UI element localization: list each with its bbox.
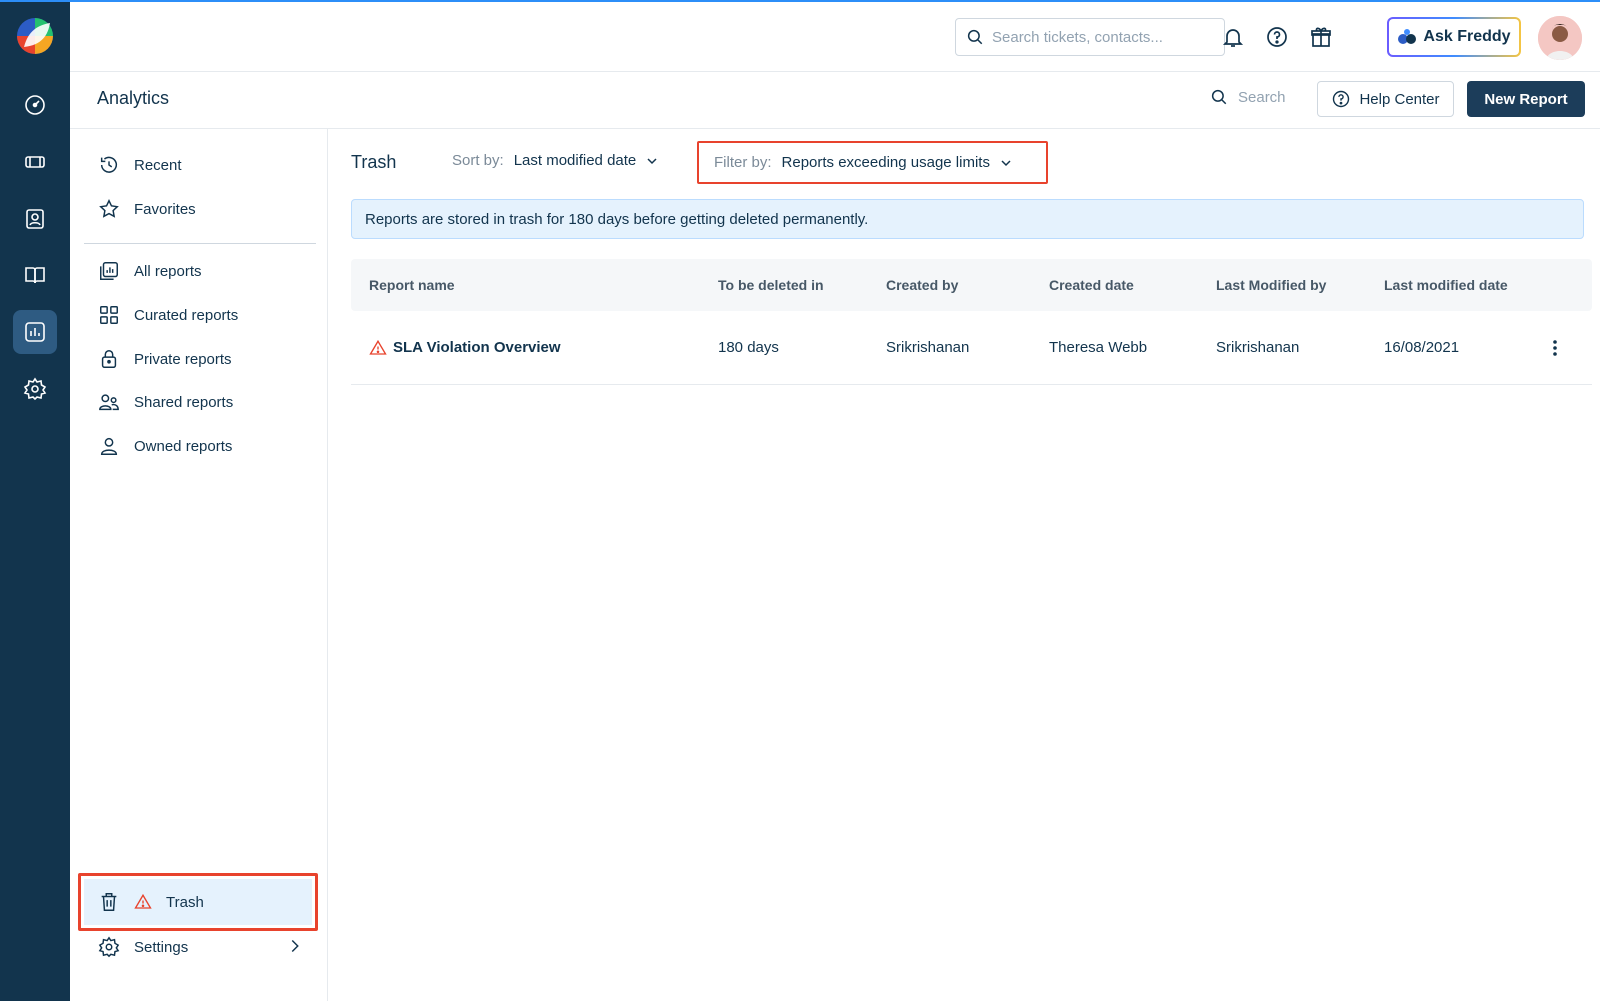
analytics-icon[interactable] [13,310,57,354]
help-icon[interactable] [1265,25,1289,49]
analytics-sidebar: Recent Favorites All reports Curated rep… [70,129,328,1001]
sidebar-item-curated-reports[interactable]: Curated reports [98,303,238,327]
sidebar-item-all-reports[interactable]: All reports [98,259,202,283]
sidebar-item-shared-reports[interactable]: Shared reports [98,390,233,414]
warning-icon [369,339,387,355]
lock-icon [101,350,117,368]
chevron-right-icon [291,939,299,953]
to-be-deleted-in-cell: 180 days [718,339,779,356]
sidebar-item-trash[interactable]: Trash [84,879,312,925]
star-icon [99,199,119,218]
global-search-input[interactable] [992,28,1212,46]
row-actions-kebab-icon[interactable] [1552,311,1558,384]
app-logo-icon[interactable] [16,17,54,55]
user-avatar[interactable] [1538,16,1582,60]
top-bar: Ask Freddy [70,2,1600,72]
knowledge-base-icon[interactable] [13,253,57,297]
help-center-label: Help Center [1359,90,1440,108]
column-header-last-modified-date[interactable]: Last modified date [1384,259,1508,311]
report-name-cell[interactable]: SLA Violation Overview [369,311,561,384]
last-modified-by-cell: Srikrishanan [1216,339,1300,356]
page-header: Analytics Search Help Center New Report [70,72,1600,129]
table-header: Report name To be deleted in Created by … [351,259,1592,311]
last-modified-date-cell: 16/08/2021 [1384,339,1460,356]
chevron-down-icon [1001,159,1011,166]
global-search[interactable] [955,18,1225,56]
admin-settings-icon[interactable] [13,367,57,411]
new-report-button[interactable]: New Report [1467,81,1585,117]
column-header-last-modified-by[interactable]: Last Modified by [1216,259,1326,311]
sidebar-item-owned-reports[interactable]: Owned reports [98,434,232,458]
report-name: SLA Violation Overview [393,339,561,356]
page-title: Analytics [97,88,170,108]
sidebar-item-favorites[interactable]: Favorites [98,197,196,221]
sidebar-item-label: Settings [134,938,189,956]
ask-freddy-label: Ask Freddy [1423,28,1511,45]
ask-freddy-button[interactable]: Ask Freddy [1387,17,1521,57]
users-icon [99,394,119,411]
column-header-to-be-deleted-in[interactable]: To be deleted in [718,259,824,311]
tickets-icon[interactable] [13,140,57,184]
sidebar-item-label: Favorites [134,200,196,218]
top-accent-line [0,0,1600,2]
sort-value: Last modified date [513,152,637,169]
table-row[interactable]: SLA Violation Overview 180 days Srikrish… [351,311,1592,385]
created-date-cell: Theresa Webb [1049,339,1148,356]
sidebar-item-label: Shared reports [134,393,234,411]
help-circle-icon [1333,90,1350,108]
reports-search-label: Search [1238,88,1286,106]
grid-icon [100,306,118,324]
dashboard-icon[interactable] [13,83,57,127]
help-center-button[interactable]: Help Center [1317,81,1454,117]
column-header-created-date[interactable]: Created date [1049,259,1134,311]
column-header-report-name[interactable]: Report name [369,259,455,311]
trash-highlight-box: Trash [78,873,318,931]
warning-icon [134,893,152,909]
sidebar-item-label: Owned reports [134,437,233,455]
user-icon [100,437,118,455]
trash-content: Trash Sort by: Last modified date Filter… [351,129,1592,1001]
contacts-icon[interactable] [13,197,57,241]
sidebar-item-private-reports[interactable]: Private reports [98,347,232,371]
sort-label: Sort by: [452,152,504,169]
search-icon [967,29,983,45]
filter-label: Filter by: [714,154,772,171]
app-rail [0,0,70,1001]
sidebar-item-label: Private reports [134,350,232,368]
recent-icon [100,156,117,173]
created-by-cell: Srikrishanan [886,339,970,356]
trash-reports-table: Report name To be deleted in Created by … [351,259,1592,385]
column-header-created-by[interactable]: Created by [886,259,958,311]
sort-dropdown[interactable]: Sort by: Last modified date [452,152,658,169]
search-icon [1211,89,1227,105]
sidebar-item-recent[interactable]: Recent [98,153,182,177]
notification-bell-icon[interactable] [1221,25,1245,49]
sidebar-item-label: All reports [134,262,202,280]
sidebar-item-settings[interactable]: Settings [98,935,304,959]
reports-search[interactable]: Search [1210,88,1286,106]
all-reports-icon [100,262,118,280]
sidebar-item-label: Recent [134,156,182,174]
sidebar-item-label: Trash [166,893,204,911]
gift-icon[interactable] [1309,25,1333,49]
freddy-icon [1398,29,1417,44]
trash-icon [101,893,117,911]
filter-value: Reports exceeding usage limits [781,154,990,171]
section-title: Trash [351,152,397,172]
chevron-down-icon [647,157,657,164]
trash-info-banner: Reports are stored in trash for 180 days… [351,199,1584,239]
sidebar-item-label: Curated reports [134,306,239,324]
gear-icon [98,936,120,958]
sidebar-divider [84,243,316,244]
filter-dropdown[interactable]: Filter by: Reports exceeding usage limit… [697,141,1048,184]
